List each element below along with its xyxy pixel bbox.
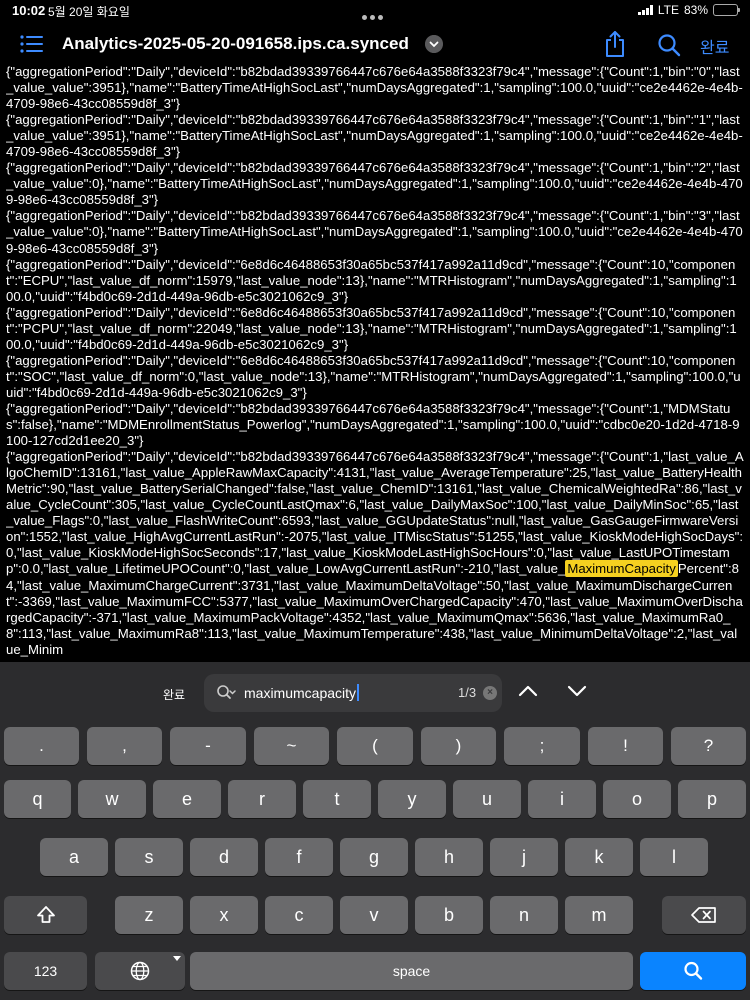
key-q[interactable]: q (4, 780, 71, 818)
search-icon[interactable] (657, 33, 681, 57)
network-type: LTE (657, 3, 679, 17)
key-g[interactable]: g (340, 838, 408, 876)
signal-icon (637, 5, 653, 15)
find-field[interactable]: maximumcapacity 1/3 × (204, 674, 502, 712)
find-query-text: maximumcapacity (244, 685, 357, 701)
search-key[interactable] (640, 952, 746, 990)
key-tilde[interactable]: ~ (254, 727, 329, 765)
key-e[interactable]: e (153, 780, 221, 818)
status-time: 10:02 (12, 3, 46, 18)
key-period[interactable]: . (4, 727, 79, 765)
globe-key[interactable] (95, 952, 185, 990)
log-text-before: {"aggregationPeriod":"Daily","deviceId":… (6, 64, 744, 577)
search-icon (684, 961, 703, 980)
battery-icon (713, 4, 740, 16)
key-t[interactable]: t (303, 780, 371, 818)
text-caret (357, 684, 360, 701)
key-n[interactable]: n (490, 896, 558, 934)
key-k[interactable]: k (565, 838, 633, 876)
share-icon[interactable] (604, 30, 626, 58)
key-o[interactable]: o (603, 780, 671, 818)
key-u[interactable]: u (453, 780, 521, 818)
key-y[interactable]: y (378, 780, 446, 818)
key-z[interactable]: z (115, 896, 183, 934)
chevron-down-icon[interactable] (425, 35, 443, 53)
space-key[interactable]: space (190, 952, 633, 990)
key-w[interactable]: w (78, 780, 146, 818)
shift-icon (36, 906, 55, 923)
log-content[interactable]: {"aggregationPeriod":"Daily","deviceId":… (6, 64, 744, 662)
key-m[interactable]: m (565, 896, 633, 934)
search-match-highlight: MaximumCapacity (565, 560, 678, 578)
key-r[interactable]: r (228, 780, 296, 818)
shift-key[interactable] (4, 896, 87, 934)
key-h[interactable]: h (415, 838, 483, 876)
key-s[interactable]: s (115, 838, 183, 876)
list-icon[interactable] (20, 34, 44, 54)
status-date: 5월 20일 화요일 (48, 5, 130, 19)
key-v[interactable]: v (340, 896, 408, 934)
status-bar: 10:02 5월 20일 화요일 LTE 83% (0, 0, 750, 22)
status-right: LTE 83% (637, 3, 740, 17)
battery-percent: 83% (683, 3, 708, 17)
chevron-down-icon[interactable] (566, 682, 588, 700)
key-comma[interactable]: , (87, 727, 162, 765)
key-i[interactable]: i (528, 780, 596, 818)
search-options-icon[interactable] (216, 684, 236, 702)
key-d[interactable]: d (190, 838, 258, 876)
navigation-bar: Analytics-2025-05-20-091658.ips.ca.synce… (0, 22, 750, 66)
key-j[interactable]: j (490, 838, 558, 876)
key-exclamation[interactable]: ! (588, 727, 663, 765)
done-button[interactable]: 완료 (700, 34, 729, 58)
keyboard: . , - ~ ( ) ; ! ? q w e r t y u i o p a … (0, 724, 750, 1000)
find-bar: 완료 maximumcapacity 1/3 × (0, 662, 750, 724)
globe-icon (130, 961, 150, 981)
key-a[interactable]: a (40, 838, 108, 876)
key-l[interactable]: l (640, 838, 708, 876)
find-done-button[interactable]: 완료 (163, 686, 185, 703)
chevron-up-icon[interactable] (517, 682, 539, 700)
key-close-paren[interactable]: ) (421, 727, 496, 765)
key-x[interactable]: x (190, 896, 258, 934)
numbers-key[interactable]: 123 (4, 952, 87, 990)
key-hyphen[interactable]: - (170, 727, 246, 765)
key-f[interactable]: f (265, 838, 333, 876)
match-count: 1/3 (458, 685, 477, 700)
key-open-paren[interactable]: ( (337, 727, 413, 765)
key-b[interactable]: b (415, 896, 483, 934)
clear-icon[interactable]: × (483, 686, 497, 700)
key-c[interactable]: c (265, 896, 333, 934)
find-query[interactable]: maximumcapacity (244, 684, 360, 701)
key-p[interactable]: p (678, 780, 746, 818)
key-question[interactable]: ? (671, 727, 746, 765)
globe-menu-indicator (173, 956, 181, 961)
document-title[interactable]: Analytics-2025-05-20-091658.ips.ca.synce… (62, 34, 409, 54)
backspace-icon (691, 907, 716, 923)
key-semicolon[interactable]: ; (504, 727, 580, 765)
backspace-key[interactable] (662, 896, 746, 934)
